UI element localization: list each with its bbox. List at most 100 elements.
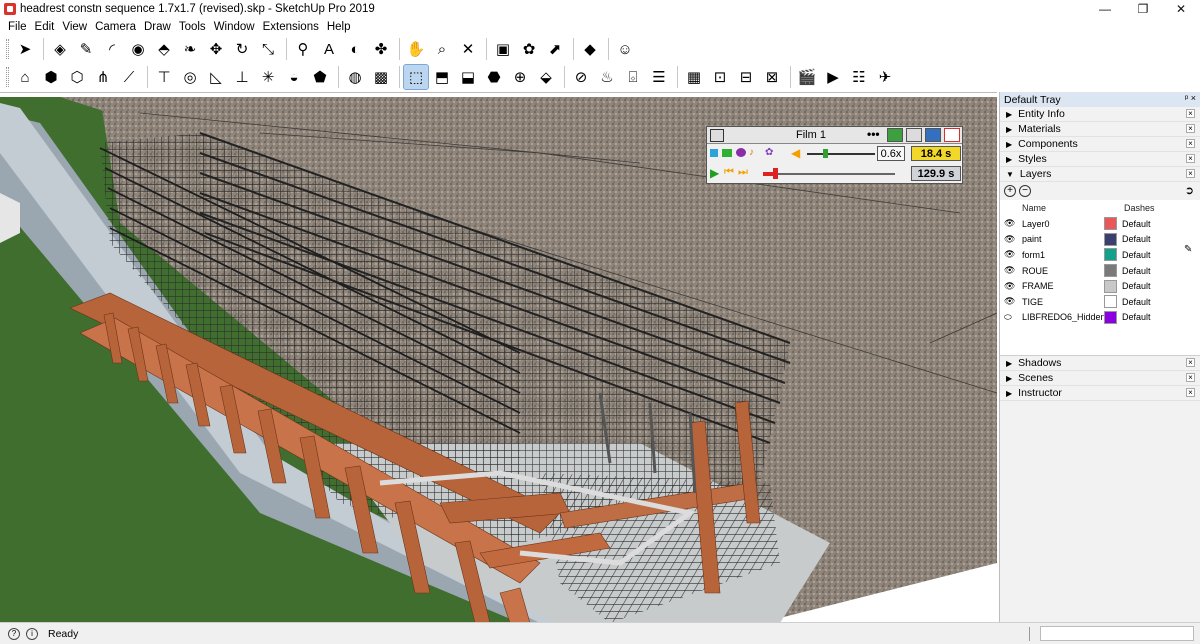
layer-color-swatch[interactable] <box>1104 217 1117 231</box>
tray-controls[interactable]: ᵖ × <box>1185 93 1196 103</box>
monitor-icon[interactable]: ▶ <box>821 65 845 89</box>
col-dashes[interactable]: Dashes <box>1124 203 1155 213</box>
lock-icon[interactable]: ⊠ <box>760 65 784 89</box>
panel-shadows[interactable]: ▶ Shadows × <box>1000 356 1200 371</box>
axes-icon[interactable]: ⊥ <box>230 65 254 89</box>
speed-slider[interactable] <box>807 153 875 155</box>
layer-name[interactable]: FRAME <box>1022 281 1104 291</box>
hidden-line-icon[interactable]: ⬒ <box>430 65 454 89</box>
menu-help[interactable]: Help <box>323 21 355 33</box>
explode-icon[interactable]: ✳ <box>256 65 280 89</box>
zoom-icon[interactable]: ⌕ <box>430 37 454 61</box>
layer-name[interactable]: Layer0 <box>1022 219 1104 229</box>
push-pull-icon[interactable]: ⬘ <box>152 37 176 61</box>
layer-row[interactable]: 👁 Layer0 Default <box>1000 216 1200 232</box>
tape-measure-icon[interactable]: ⚲ <box>291 37 315 61</box>
layer-row[interactable]: 👁 paint Default <box>1000 232 1200 248</box>
film-paw-small-icon[interactable]: ✿ <box>765 147 773 158</box>
menu-tools[interactable]: Tools <box>175 21 210 33</box>
layer-dashes[interactable]: Default <box>1122 297 1151 307</box>
zoom-extents-icon[interactable]: ✕ <box>456 37 480 61</box>
layer-dashes[interactable]: Default <box>1122 250 1151 260</box>
film-clapper-icon[interactable] <box>906 128 922 142</box>
panel-components[interactable]: ▶ Components × <box>1000 137 1200 152</box>
clapper-icon[interactable]: 🎬 <box>795 65 819 89</box>
film-panel[interactable]: Film 1 ••• ♪ ✿ ◀ 0.6x 18.4 s ▶ ⏮ ⏭ 129.9… <box>706 126 963 184</box>
front-view-icon[interactable]: ⊡ <box>708 65 732 89</box>
orbit-icon[interactable]: ✤ <box>369 37 393 61</box>
layer-row[interactable]: 👁 ROUE Default <box>1000 263 1200 279</box>
layer-name[interactable]: ROUE <box>1022 266 1104 276</box>
ruby-icon[interactable]: ◆ <box>578 37 602 61</box>
visibility-eye-icon[interactable]: 👁 <box>1004 281 1016 292</box>
film-rewind-icon[interactable]: ◀ <box>791 146 800 160</box>
layer-name[interactable]: paint <box>1022 234 1104 244</box>
visibility-eye-icon[interactable]: 👁 <box>1004 296 1016 307</box>
film-eye-icon[interactable] <box>736 148 746 157</box>
panel-close-icon[interactable]: × <box>1186 154 1195 163</box>
sandbox-icon[interactable]: ⋔ <box>91 65 115 89</box>
sliders-icon[interactable]: ☷ <box>847 65 871 89</box>
panel-styles[interactable]: ▶ Styles × <box>1000 152 1200 167</box>
layer-row[interactable]: ⬭ LIBFREDO6_Hidden_La Default <box>1000 310 1200 326</box>
panel-close-icon[interactable]: × <box>1186 109 1195 118</box>
panel-scenes[interactable]: ▶ Scenes × <box>1000 371 1200 386</box>
visibility-eye-icon[interactable]: 👁 <box>1004 249 1016 260</box>
layer-color-swatch[interactable] <box>1104 310 1117 324</box>
toolbar-grip[interactable] <box>6 67 9 87</box>
layers-details-icon[interactable]: ➲ <box>1185 184 1194 197</box>
camera-icon[interactable]: ⌺ <box>621 65 645 89</box>
layer-row[interactable]: 👁 form1 Default <box>1000 247 1200 263</box>
section-cube-icon[interactable]: ⬟ <box>308 65 332 89</box>
layer-dashes[interactable]: Default <box>1122 234 1151 244</box>
offset-icon[interactable]: ❧ <box>178 37 202 61</box>
layer-color-swatch[interactable] <box>1104 248 1117 262</box>
solid-subtract-icon[interactable]: ⬡ <box>65 65 89 89</box>
account-icon[interactable]: ☺ <box>613 37 637 61</box>
panel-instructor[interactable]: ▶ Instructor × <box>1000 386 1200 401</box>
select-icon[interactable]: ➤ <box>13 37 37 61</box>
layer-color-swatch[interactable] <box>1104 232 1117 246</box>
styles-icon[interactable]: ⊘ <box>569 65 593 89</box>
rotate-icon[interactable]: ↻ <box>230 37 254 61</box>
warehouse-icon[interactable]: ▣ <box>491 37 515 61</box>
timeline-slider[interactable] <box>763 173 895 175</box>
film-more-icon[interactable]: ••• <box>867 127 880 141</box>
toolbar-grip[interactable] <box>6 39 9 59</box>
layer-color-swatch[interactable] <box>1104 279 1117 293</box>
panel-materials[interactable]: ▶ Materials × <box>1000 122 1200 137</box>
visibility-off-icon[interactable]: ⬭ <box>1004 312 1016 323</box>
skip-end-icon[interactable]: ⏭ <box>738 166 748 179</box>
menu-draw[interactable]: Draw <box>140 21 175 33</box>
menu-edit[interactable]: Edit <box>31 21 59 33</box>
film-list-icon[interactable] <box>925 128 941 142</box>
speed-slider-thumb[interactable] <box>823 149 828 158</box>
film-paw-icon[interactable] <box>887 128 903 142</box>
shaded-icon[interactable]: ⬓ <box>456 65 480 89</box>
maximize-button[interactable]: ❐ <box>1124 0 1162 18</box>
delete-layer-icon[interactable]: − <box>1019 185 1031 197</box>
tray-pin-icon[interactable]: ᵖ <box>1185 93 1188 103</box>
paint-bucket-icon[interactable]: ◉ <box>126 37 150 61</box>
panel-close-icon[interactable]: × <box>1186 388 1195 397</box>
panel-close-icon[interactable]: × <box>1186 373 1195 382</box>
layer-name[interactable]: TIGE <box>1022 297 1104 307</box>
info-icon[interactable]: i <box>26 627 38 640</box>
measurements-box[interactable] <box>1040 626 1194 641</box>
film-exit-icon[interactable] <box>944 128 960 142</box>
panel-close-icon[interactable]: × <box>1186 124 1195 133</box>
minimize-button[interactable]: — <box>1086 0 1124 18</box>
layer-dashes[interactable]: Default <box>1122 219 1151 229</box>
scene-icon[interactable]: ▦ <box>682 65 706 89</box>
layer-manager-icon[interactable]: ☰ <box>647 65 671 89</box>
menu-file[interactable]: File <box>4 21 31 33</box>
panel-close-icon[interactable]: × <box>1186 169 1195 178</box>
layer-color-swatch[interactable] <box>1104 295 1117 309</box>
skip-start-icon[interactable]: ⏮ <box>724 166 734 179</box>
pencil-icon[interactable]: ✎ <box>74 37 98 61</box>
panel-close-icon[interactable]: × <box>1186 139 1195 148</box>
section-plane-icon[interactable]: ◐ <box>343 37 367 61</box>
protractor-icon[interactable]: ◺ <box>204 65 228 89</box>
add-layer-icon[interactable]: + <box>1004 185 1016 197</box>
circle-icon[interactable]: ◎ <box>178 65 202 89</box>
